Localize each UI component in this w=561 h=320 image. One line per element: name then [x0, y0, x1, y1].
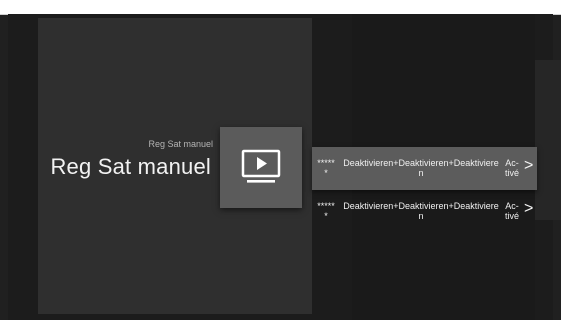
page-subtitle: Reg Sat manuel	[148, 139, 213, 149]
item-label: Deaktivieren+Deaktivieren+Deaktiviere n	[343, 158, 499, 178]
item-label: Deaktivieren+Deaktivieren+Deaktiviere n	[343, 201, 499, 221]
status-label: Ac- tivé	[504, 158, 519, 178]
channel-tile[interactable]	[220, 127, 302, 208]
chevron-right-icon: >	[524, 157, 534, 174]
top-bar	[0, 0, 561, 15]
tv-play-icon	[241, 149, 281, 183]
edge-band	[535, 60, 561, 220]
list-item[interactable]: ***** * Deaktivieren+Deaktivieren+Deakti…	[312, 147, 537, 190]
stars-value: ***** *	[317, 158, 335, 178]
page-title: Reg Sat manuel	[50, 154, 211, 179]
chevron-right-icon: >	[524, 200, 534, 217]
settings-list: ***** * Deaktivieren+Deaktivieren+Deakti…	[312, 147, 537, 233]
list-item[interactable]: ***** * Deaktivieren+Deaktivieren+Deakti…	[312, 190, 537, 233]
stars-value: ***** *	[317, 201, 335, 221]
status-label: Ac- tivé	[504, 201, 519, 221]
